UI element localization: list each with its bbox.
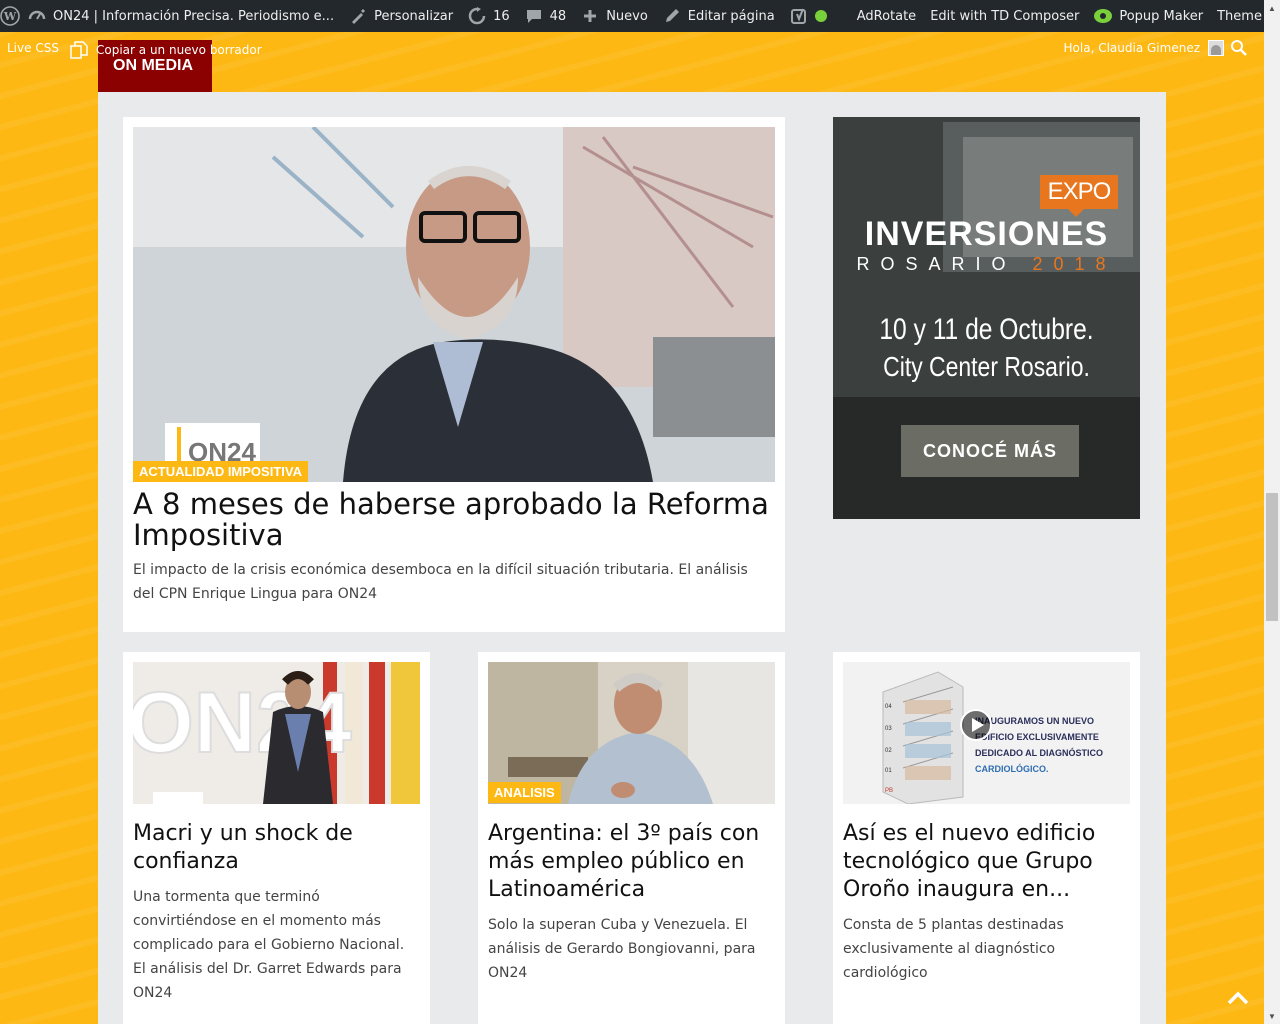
ad-city-year: ROSARIO 2018: [833, 254, 1140, 275]
td-composer-link[interactable]: Edit with TD Composer: [923, 0, 1086, 32]
floor-label: PB: [885, 788, 893, 794]
dashboard-icon: [27, 6, 47, 26]
td-composer-label: Edit with TD Composer: [930, 8, 1080, 24]
seo-status-dot: [814, 10, 827, 22]
avatar: [1208, 40, 1224, 56]
popup-maker-link[interactable]: Popup Maker: [1086, 0, 1210, 32]
chevron-up-icon: [1227, 991, 1249, 1010]
thumb-caption-line: CARDIOLÓGICO.: [975, 763, 1049, 774]
plus-icon: [580, 6, 600, 26]
article-title[interactable]: Así es el nuevo edificio tecnológico que…: [843, 820, 1130, 904]
scroll-down-arrow-icon[interactable]: ▼: [1264, 1008, 1280, 1024]
thumb-caption-line: INAUGURAMOS UN NUEVO: [975, 716, 1094, 726]
customize-link[interactable]: Personalizar: [341, 0, 460, 32]
copy-draft-link[interactable]: Copiar a un nuevo borrador: [70, 41, 262, 59]
content-area: ON24 ACTUALIDAD IMPOSITIVA A 8 meses de …: [98, 92, 1166, 1024]
play-video-icon[interactable]: [960, 709, 992, 741]
ad-city: ROSARIO: [856, 254, 1017, 274]
adrotate-link[interactable]: AdRotate: [850, 0, 923, 32]
edit-page-link[interactable]: Editar página: [655, 0, 782, 32]
article-title[interactable]: Macri y un shock de confianza: [133, 820, 420, 876]
site-name-label: ON24 | Información Precisa. Periodismo e…: [53, 8, 335, 24]
floor-label: 04: [885, 704, 892, 710]
article-card[interactable]: ANALISIS Argentina: el 3º país con más e…: [478, 652, 785, 1024]
ad-year: 2018: [1032, 254, 1117, 274]
updates-icon: [467, 6, 487, 26]
yoast-seo-link[interactable]: [782, 0, 834, 32]
comment-bubble-icon: [524, 6, 544, 26]
customize-label: Personalizar: [374, 8, 454, 24]
search-icon[interactable]: [1230, 39, 1248, 57]
pencil-icon: [662, 6, 682, 26]
new-content-label: Nuevo: [606, 8, 648, 24]
svg-text:W: W: [3, 10, 17, 23]
updates-count: 16: [493, 8, 510, 24]
expo-inversiones-ad[interactable]: EXPO INVERSIONES ROSARIO 2018 10 y 11 de…: [833, 117, 1140, 519]
article-excerpt: Solo la superan Cuba y Venezuela. El aná…: [488, 917, 756, 981]
featured-thumbnail[interactable]: ON24: [133, 127, 775, 482]
thumb-caption-line: EDIFICIO EXCLUSIVAMENTE: [975, 732, 1099, 742]
article-excerpt: Consta de 5 plantas destinadas exclusiva…: [843, 917, 1064, 981]
adrotate-label: AdRotate: [856, 8, 917, 24]
floor-label: 02: [885, 748, 892, 754]
user-account-link[interactable]: Hola, Claudia Gimenez: [1064, 40, 1224, 56]
comments-count: 48: [549, 8, 567, 24]
category-badge[interactable]: ACTUALIDAD IMPOSITIVA: [133, 461, 308, 482]
featured-title[interactable]: A 8 meses de haberse aprobado la Reforma…: [133, 489, 773, 551]
article-excerpt: Una tormenta que terminó convirtiéndose …: [133, 889, 405, 1001]
greeting-label: Hola, Claudia Gimenez: [1063, 41, 1200, 55]
scroll-up-arrow-icon[interactable]: ▲: [1264, 0, 1280, 16]
adminbar-right-group: AdRotate Edit with TD Composer Popup Mak…: [834, 0, 1280, 32]
secondary-toolbar: Live CSS Copiar a un nuevo borrador Hola…: [0, 32, 1264, 64]
featured-excerpt: El impacto de la crisis económica desemb…: [133, 562, 748, 602]
ad-expo-badge: EXPO: [1040, 175, 1118, 217]
popup-maker-icon: [1093, 6, 1113, 26]
wordpress-logo-icon[interactable]: W: [0, 0, 20, 32]
ad-headline: INVERSIONES: [864, 215, 1109, 253]
category-badge[interactable]: ANALISIS: [488, 782, 561, 803]
scroll-thumb[interactable]: [1266, 493, 1278, 621]
brush-icon: [348, 6, 368, 26]
popup-maker-label: Popup Maker: [1119, 8, 1204, 24]
ad-date: 10 y 11 de Octubre.: [879, 313, 1094, 346]
updates-link[interactable]: 16: [460, 0, 517, 32]
copy-icon: [70, 41, 88, 59]
comments-link[interactable]: 48: [517, 0, 574, 32]
featured-article[interactable]: ON24 ACTUALIDAD IMPOSITIVA A 8 meses de …: [123, 117, 785, 632]
wp-admin-bar: W ON24 | Información Precisa. Periodismo…: [0, 0, 1280, 32]
new-content-link[interactable]: Nuevo: [573, 0, 655, 32]
article-card[interactable]: 04 03 02 01 PB INAUGURAMOS UN NUEVO EDIF…: [833, 652, 1140, 1024]
floor-label: 03: [885, 726, 892, 732]
copy-draft-label: Copiar a un nuevo borrador: [96, 43, 262, 57]
ad-cta-button[interactable]: CONOCÉ MÁS: [901, 425, 1079, 477]
site-name-link[interactable]: ON24 | Información Precisa. Periodismo e…: [20, 0, 341, 32]
yoast-icon: [789, 6, 809, 26]
article-card[interactable]: ON24 Macri y un shock de confianza Una t…: [123, 652, 430, 1024]
ad-venue: City Center Rosario.: [883, 351, 1090, 382]
floor-label: 01: [885, 768, 892, 774]
edit-page-label: Editar página: [687, 8, 775, 24]
live-css-link[interactable]: Live CSS: [7, 41, 59, 55]
thumb-caption-line: DEDICADO AL DIAGNÓSTICO: [975, 747, 1103, 758]
page-scrollbar[interactable]: ▲ ▼: [1264, 0, 1280, 1024]
back-to-top-button[interactable]: [1212, 977, 1264, 1024]
article-thumbnail[interactable]: ON24: [133, 662, 420, 804]
article-title[interactable]: Argentina: el 3º país con más empleo púb…: [488, 820, 775, 904]
